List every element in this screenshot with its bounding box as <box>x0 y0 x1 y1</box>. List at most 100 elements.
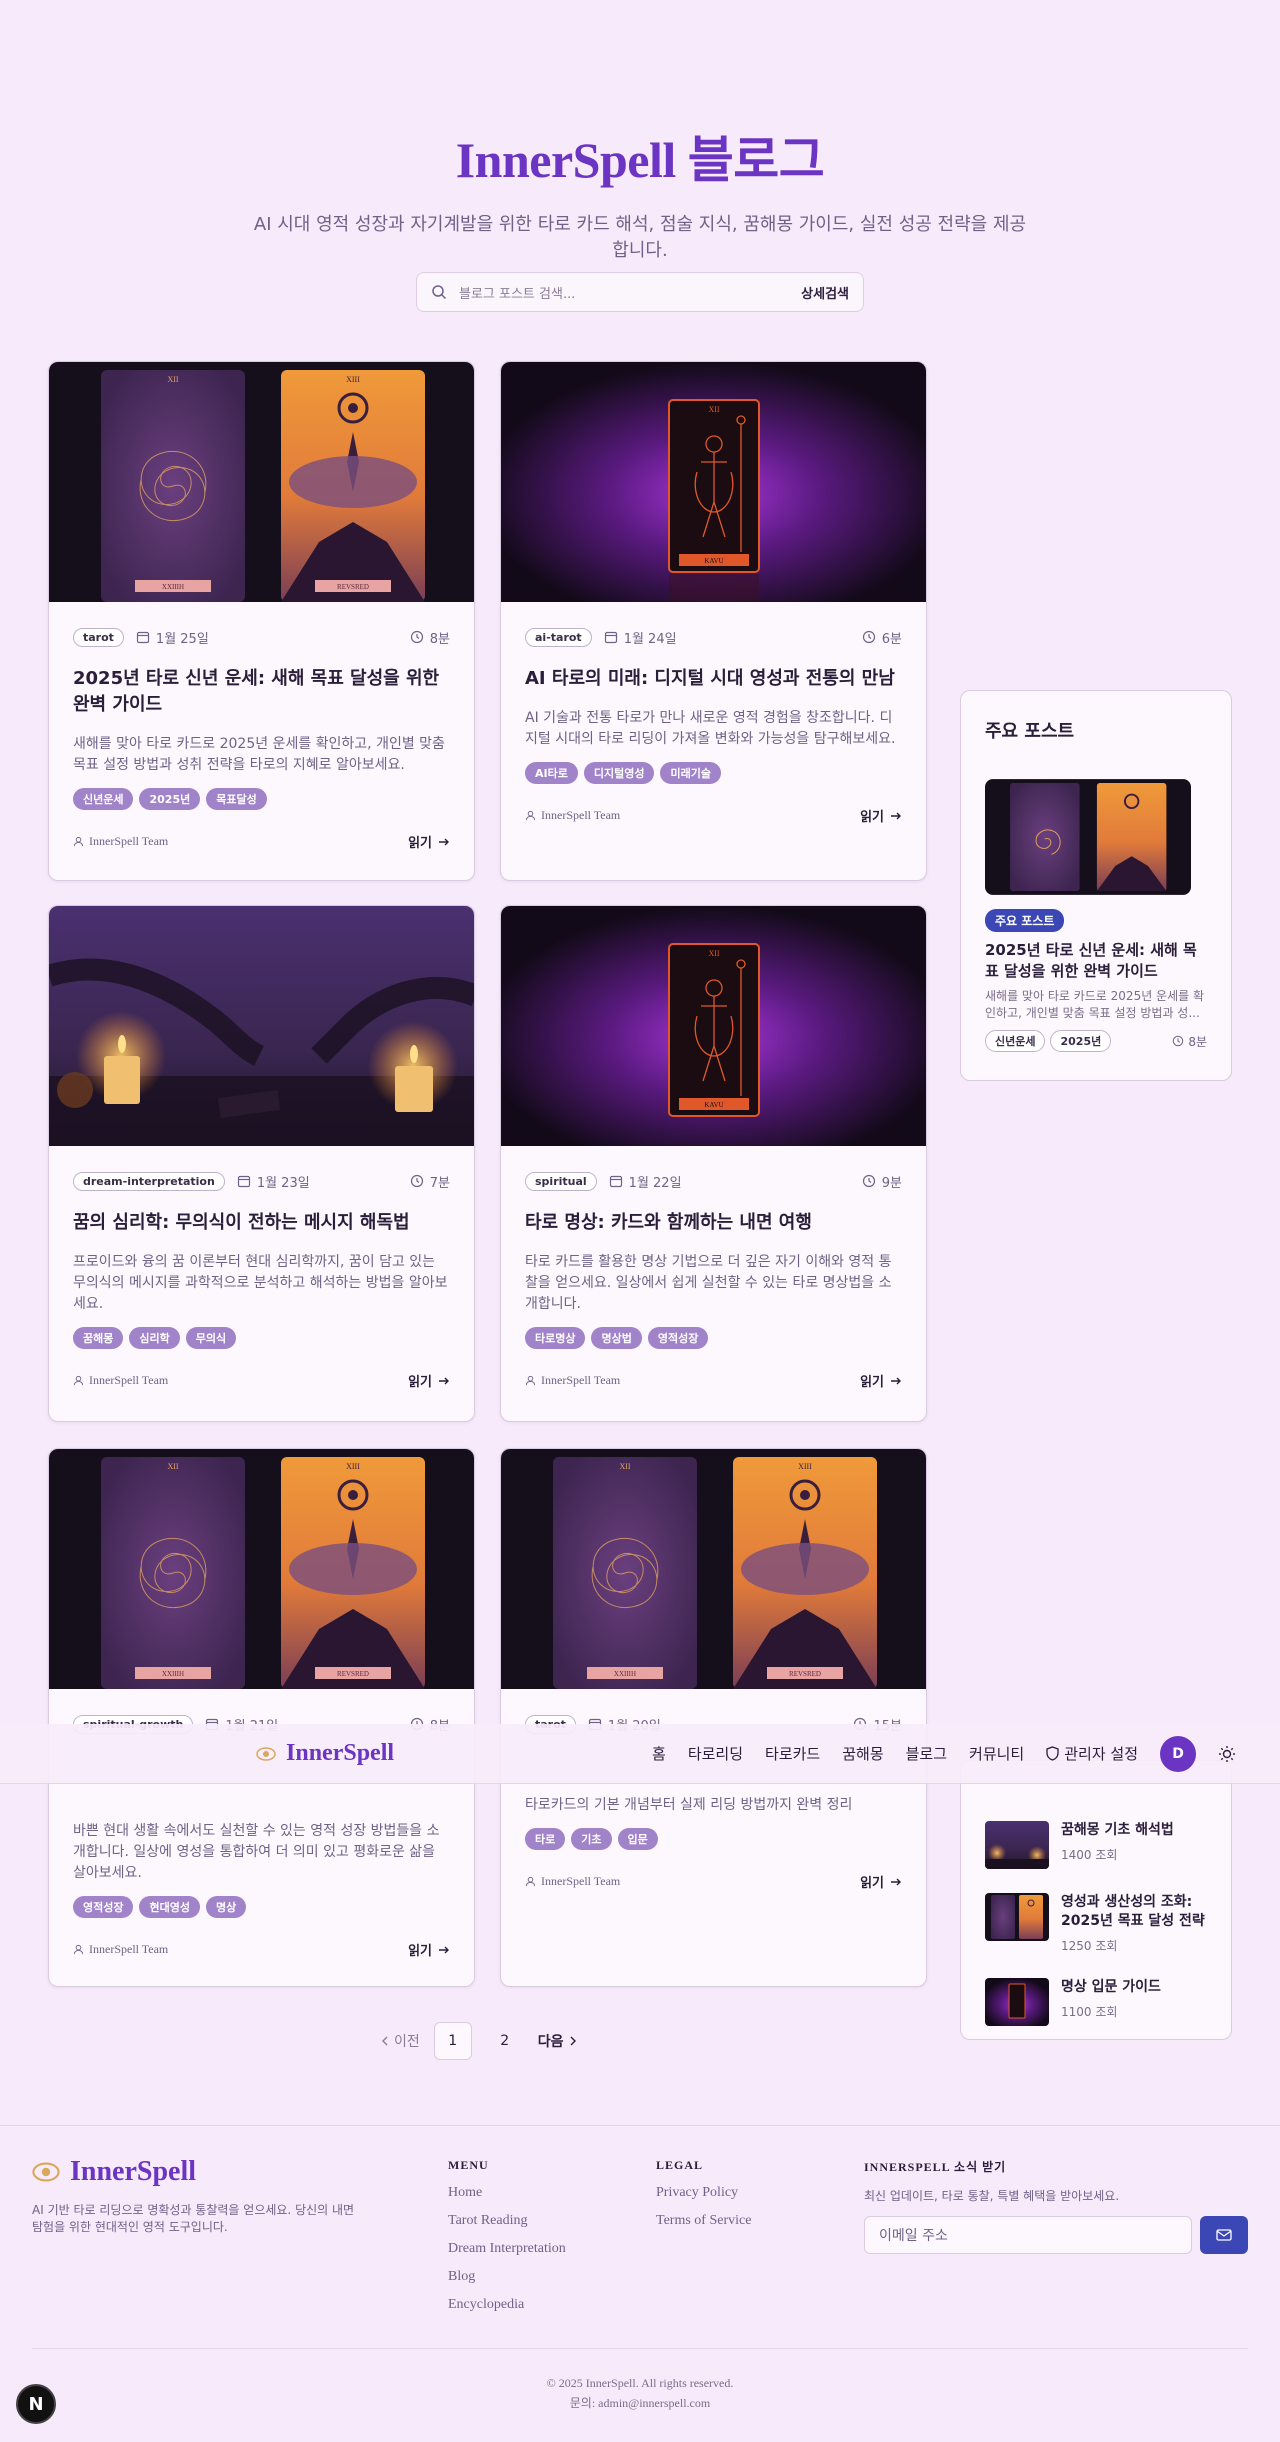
post-tag[interactable]: 미래기술 <box>660 762 721 784</box>
post-tag[interactable]: 타로 <box>525 1828 566 1850</box>
arrow-right-icon <box>891 1878 901 1885</box>
post-tag[interactable]: AI타로 <box>525 762 578 784</box>
next-page-button[interactable]: 다음 <box>538 2031 578 2051</box>
featured-title[interactable]: 2025년 타로 신년 운세: 새해 목표 달성을 위한 완벽 가이드 <box>985 940 1207 982</box>
featured-heading: 주요 포스트 <box>985 721 1075 742</box>
read-more-link[interactable]: 읽기 <box>860 1371 902 1390</box>
nav-blog[interactable]: 블로그 <box>906 1743 947 1764</box>
post-card[interactable]: XII XXIIIH XIII REVSRED tarot 1월 25일 8분 … <box>48 361 475 881</box>
category-badge[interactable]: tarot <box>73 627 124 647</box>
read-more-link[interactable]: 읽기 <box>408 1940 450 1959</box>
arrow-right-icon <box>439 1377 449 1384</box>
read-more-link[interactable]: 읽기 <box>408 832 450 851</box>
post-tag[interactable]: 무의식 <box>185 1327 237 1349</box>
read-more-link[interactable]: 읽기 <box>408 1371 450 1390</box>
newsletter-email-input[interactable]: 이메일 주소 <box>864 2216 1192 2254</box>
post-tag[interactable]: 심리학 <box>129 1327 180 1349</box>
nextjs-dev-badge[interactable]: N <box>16 2384 56 2424</box>
featured-thumbnail[interactable] <box>985 779 1191 895</box>
post-date: 1월 25일 <box>155 631 209 647</box>
popular-title: 명상 입문 가이드 <box>1061 1979 1161 1995</box>
sun-icon[interactable] <box>1218 1745 1236 1763</box>
featured-read-time: 8분 <box>1188 1034 1207 1049</box>
featured-tag[interactable]: 2025년 <box>1050 1030 1112 1052</box>
post-tag[interactable]: 신년운세 <box>73 788 134 810</box>
popular-post-item[interactable]: 영성과 생산성의 조화: 2025년 목표 달성 전략 1250 조회 <box>985 1893 1207 1954</box>
footer-link[interactable]: Home <box>448 2185 566 2201</box>
search-input[interactable]: 블로그 포스트 검색... <box>459 283 801 302</box>
page-button[interactable]: 1 <box>433 2022 472 2060</box>
card-caption: XXIIIH <box>162 583 184 591</box>
nav-tarot-reading[interactable]: 타로리딩 <box>688 1743 743 1764</box>
category-badge[interactable]: spiritual <box>525 1171 597 1191</box>
post-excerpt: 타로 카드를 활용한 명상 기법으로 더 깊은 자기 이해와 영적 통찰을 얻으… <box>525 1254 892 1312</box>
post-tag[interactable]: 명상 <box>205 1896 247 1918</box>
footer-link[interactable]: Dream Interpretation <box>448 2241 566 2257</box>
post-card[interactable]: XII XXIIIH XIII REVSRED spiritual-growth… <box>48 1448 475 1987</box>
footer-link[interactable]: Privacy Policy <box>656 2185 751 2201</box>
card-numeral: XII <box>708 405 719 414</box>
popular-views: 1400 조회 <box>1061 1848 1118 1862</box>
post-tag[interactable]: 목표달성 <box>206 788 267 810</box>
user-icon <box>525 1876 536 1887</box>
nav-dream[interactable]: 꿈해몽 <box>842 1743 883 1764</box>
footer-legal-heading: LEGAL <box>656 2158 704 2172</box>
post-card[interactable]: XII KAVU spiritual 1월 22일 9분 타로 명상: 카드와 … <box>500 905 927 1422</box>
post-tag[interactable]: 현대영성 <box>139 1896 200 1918</box>
clock-icon <box>410 1174 423 1188</box>
post-tag[interactable]: 기초 <box>571 1828 612 1850</box>
user-icon <box>73 836 84 847</box>
category-badge[interactable]: ai-tarot <box>525 627 592 647</box>
clock-icon <box>862 1174 875 1188</box>
post-date: 1월 22일 <box>628 1175 682 1191</box>
user-icon <box>73 1944 84 1955</box>
post-tag[interactable]: 디지털영성 <box>583 762 655 784</box>
post-title[interactable]: 타로 명상: 카드와 함께하는 내면 여행 <box>525 1210 902 1236</box>
blog-search-bar[interactable]: 블로그 포스트 검색... 상세검색 <box>416 272 864 312</box>
post-card[interactable]: dream-interpretation 1월 23일 7분 꿈의 심리학: 무… <box>48 905 475 1422</box>
advanced-search-button[interactable]: 상세검색 <box>801 283 849 302</box>
post-card[interactable]: XII KAVU ai-tarot 1월 24일 6분 AI 타로의 미래: 디… <box>500 361 927 881</box>
prev-page-button[interactable]: 이전 <box>380 2031 420 2051</box>
footer-brand[interactable]: InnerSpell <box>32 2156 362 2188</box>
calendar-icon <box>136 631 150 644</box>
post-title[interactable]: 꿈의 심리학: 무의식이 전하는 메시지 해독법 <box>73 1210 450 1236</box>
brand-link[interactable]: InnerSpell <box>256 1740 394 1767</box>
footer-link[interactable]: Tarot Reading <box>448 2213 566 2229</box>
post-title[interactable]: AI 타로의 미래: 디지털 시대 영성과 전통의 만남 <box>525 666 902 692</box>
featured-tag[interactable]: 신년운세 <box>985 1030 1046 1052</box>
post-thumbnail: XII XXIIIH XIII REVSRED <box>49 362 474 602</box>
post-tag[interactable]: 2025년 <box>139 788 201 810</box>
post-tag[interactable]: 영적성장 <box>647 1327 709 1349</box>
contact-email[interactable]: 문의: admin@innerspell.com <box>0 2393 1280 2413</box>
pagination: 이전 1 2 다음 <box>380 2022 578 2060</box>
read-time: 7분 <box>429 1175 450 1191</box>
popular-thumbnail <box>985 1821 1049 1869</box>
nav-admin-settings[interactable]: 관리자 설정 <box>1046 1743 1138 1764</box>
footer-link[interactable]: Blog <box>448 2269 566 2285</box>
nav-home[interactable]: 홈 <box>652 1743 666 1764</box>
post-tag[interactable]: 타로명상 <box>525 1327 586 1349</box>
popular-post-item[interactable]: 명상 입문 가이드 1100 조회 <box>985 1978 1207 2026</box>
page-button[interactable]: 2 <box>486 2022 524 2060</box>
read-more-link[interactable]: 읽기 <box>860 806 902 825</box>
nav-community[interactable]: 커뮤니티 <box>969 1743 1024 1764</box>
post-tag[interactable]: 입문 <box>617 1828 658 1850</box>
copyright-text: © 2025 InnerSpell. All rights reserved. <box>546 2376 734 2390</box>
post-title[interactable]: 2025년 타로 신년 운세: 새해 목표 달성을 위한 완벽 가이드 <box>73 666 450 718</box>
post-card[interactable]: XII XXIIIH XIII REVSRED tarot 1월 20일 15분… <box>500 1448 927 1987</box>
user-avatar[interactable]: D <box>1160 1735 1197 1772</box>
post-tag[interactable]: 영적성장 <box>73 1896 134 1918</box>
post-excerpt: 새해를 맞아 타로 카드로 2025년 운세를 확인하고, 개인별 맞춤 목표 … <box>73 736 445 773</box>
read-more-link[interactable]: 읽기 <box>860 1872 902 1891</box>
post-excerpt: AI 기술과 전통 타로가 만나 새로운 영적 경험을 창조합니다. 디지털 시… <box>525 710 896 747</box>
footer-link[interactable]: Terms of Service <box>656 2213 751 2229</box>
category-badge[interactable]: dream-interpretation <box>73 1171 225 1191</box>
post-tag[interactable]: 꿈해몽 <box>73 1327 124 1349</box>
nav-tarot-cards[interactable]: 타로카드 <box>765 1743 820 1764</box>
footer-link[interactable]: Encyclopedia <box>448 2297 566 2313</box>
popular-post-item[interactable]: 꿈해몽 기초 해석법 1400 조회 <box>985 1821 1207 1869</box>
post-tag[interactable]: 명상법 <box>591 1327 642 1349</box>
arrow-right-icon <box>891 812 901 819</box>
newsletter-subscribe-button[interactable] <box>1200 2216 1248 2254</box>
